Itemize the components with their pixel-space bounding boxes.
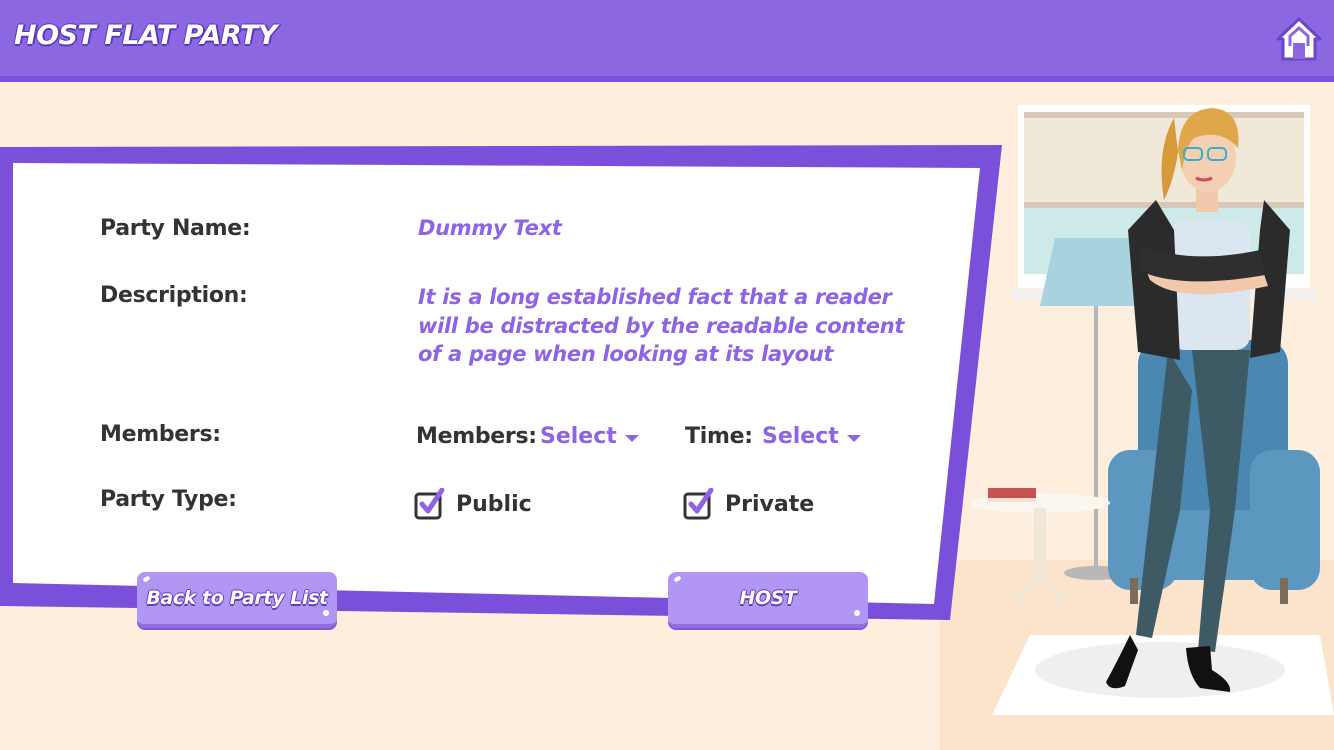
checkbox-checked-icon[interactable] [414,488,446,520]
description-label: Description: [100,283,248,308]
public-checkbox[interactable]: Public [414,488,532,520]
button-shine [854,610,860,616]
header-bar: HOST FLAT PARTY [0,0,1334,82]
party-name-label: Party Name: [100,216,251,241]
members-select-value: Select [540,424,617,449]
host-button-label: HOST [739,587,797,609]
form-card [0,145,1002,620]
time-select-label: Time: [685,424,753,449]
party-type-label: Party Type: [100,487,237,512]
back-to-party-list-button[interactable]: Back to Party List [137,572,337,628]
members-select-label: Members: [416,424,537,449]
members-select-dropdown[interactable]: Select [540,424,639,449]
button-shine [673,575,682,583]
private-label: Private [725,491,815,517]
public-label: Public [456,491,532,517]
button-shine [323,610,329,616]
home-icon[interactable] [1276,16,1322,62]
time-select-value: Select [762,424,839,449]
page-title: HOST FLAT PARTY [14,20,277,51]
party-name-value: Dummy Text [418,216,562,240]
private-checkbox[interactable]: Private [683,488,814,520]
host-button[interactable]: HOST [668,572,868,628]
button-shine [142,575,151,583]
members-label: Members: [100,422,221,447]
back-button-label: Back to Party List [146,587,328,609]
description-value: It is a long established fact that a rea… [418,285,905,366]
time-select-dropdown[interactable]: Select [762,424,861,449]
checkbox-checked-icon[interactable] [683,488,715,520]
caret-down-icon [624,434,639,442]
caret-down-icon [846,434,861,442]
